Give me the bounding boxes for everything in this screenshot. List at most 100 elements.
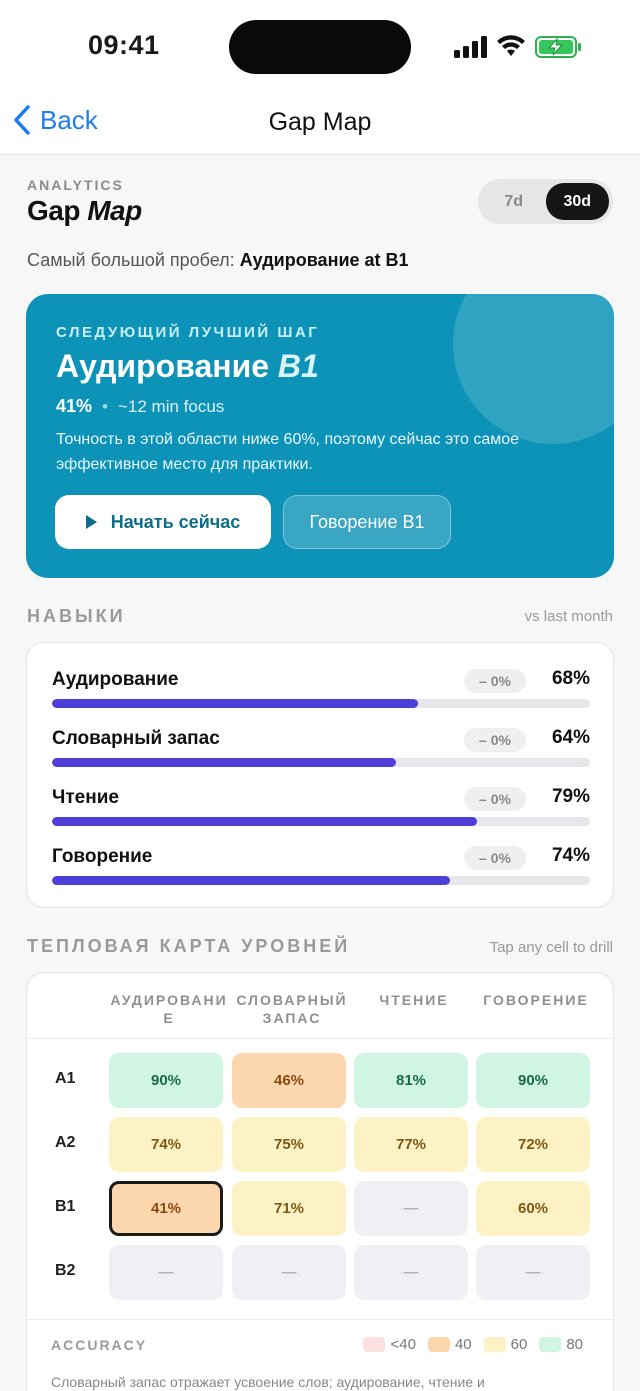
skill-row[interactable]: Аудирование – 0% 68% bbox=[52, 668, 590, 719]
skill-progress-fill bbox=[52, 876, 451, 885]
skill-value: 74% bbox=[551, 845, 590, 866]
alternate-skill-label: Говорение B1 bbox=[309, 511, 425, 532]
skill-row[interactable]: Говорение – 0% 74% bbox=[52, 845, 590, 896]
play-icon bbox=[85, 515, 97, 529]
skill-progress-fill bbox=[52, 699, 418, 708]
battery-charging-icon bbox=[535, 36, 581, 58]
wifi-icon bbox=[497, 35, 525, 56]
next-step-eyebrow: СЛЕДУЮЩИЙ ЛУЧШИЙ ШАГ bbox=[56, 324, 320, 341]
skill-progress-fill bbox=[52, 758, 397, 767]
heatmap-cell[interactable]: 71% bbox=[232, 1181, 346, 1236]
skill-row[interactable]: Словарный запас – 0% 64% bbox=[52, 727, 590, 778]
legend-label: 80 bbox=[566, 1336, 583, 1353]
heatmap-legend-area: ACCURACY <40 40 60 80 Словарный запас от… bbox=[27, 1319, 613, 1391]
range-segmented-control: 7d 30d bbox=[478, 179, 613, 224]
heatmap-cell[interactable]: 75% bbox=[232, 1117, 346, 1172]
range-option-30d[interactable]: 30d bbox=[545, 183, 609, 220]
legend-title: ACCURACY bbox=[51, 1337, 148, 1353]
heatmap-header-row: АУДИРОВАНИ Е СЛОВАРНЫЙ ЗАПАС ЧТЕНИЕ ГОВО… bbox=[27, 973, 613, 1039]
skill-delta-badge: – 0% bbox=[464, 846, 526, 870]
heatmap-column-header: ЧТЕНИЕ bbox=[379, 992, 449, 1008]
biggest-gap-prefix: Самый большой пробел: bbox=[27, 250, 240, 270]
heatmap-heading: ТЕПЛОВАЯ КАРТА УРОВНЕЙ bbox=[27, 936, 351, 956]
page-eyebrow: ANALYTICS bbox=[27, 177, 124, 193]
range-option-7d[interactable]: 7d bbox=[482, 183, 546, 220]
heatmap-cell[interactable]: 41% bbox=[109, 1181, 223, 1236]
skill-delta-badge: – 0% bbox=[464, 728, 526, 752]
skill-progress-track bbox=[52, 699, 590, 708]
heatmap-column-header: СЛОВАРНЫЙ ЗАПАС bbox=[236, 992, 348, 1026]
separator-dot: • bbox=[102, 396, 108, 416]
dynamic-island bbox=[229, 20, 411, 74]
start-now-button[interactable]: Начать сейчас bbox=[55, 495, 271, 549]
next-step-level: B1 bbox=[277, 348, 319, 384]
legend-swatch bbox=[539, 1337, 562, 1352]
heatmap-cell[interactable]: 90% bbox=[109, 1053, 223, 1108]
skill-value: 64% bbox=[551, 727, 590, 748]
heatmap-cell[interactable]: 72% bbox=[476, 1117, 590, 1172]
skill-delta-badge: – 0% bbox=[464, 787, 526, 811]
heatmap-cell[interactable]: — bbox=[354, 1181, 468, 1236]
heatmap-cell[interactable]: — bbox=[232, 1245, 346, 1300]
legend-label: <40 bbox=[390, 1336, 416, 1353]
skill-progress-track bbox=[52, 817, 590, 826]
page-title: Gap Map bbox=[27, 195, 142, 227]
accuracy-legend: <40 40 60 80 bbox=[351, 1336, 583, 1353]
heatmap-row-label: B1 bbox=[55, 1198, 76, 1215]
skill-progress-track bbox=[52, 758, 590, 767]
skill-value: 68% bbox=[551, 668, 590, 689]
nav-title: Gap Map bbox=[268, 108, 372, 136]
legend-swatch bbox=[427, 1337, 450, 1352]
next-step-card: СЛЕДУЮЩИЙ ЛУЧШИЙ ШАГ Аудирование B1 41% … bbox=[26, 294, 614, 578]
next-step-meta: 41% • ~12 min focus bbox=[56, 396, 224, 417]
heatmap-footnote: Словарный запас отражает усвоение слов; … bbox=[51, 1374, 485, 1390]
heatmap-row-label: A2 bbox=[55, 1134, 76, 1151]
heatmap-column-header: АУДИРОВАНИ Е bbox=[110, 992, 228, 1026]
skill-row[interactable]: Чтение – 0% 79% bbox=[52, 786, 590, 837]
page-title-plain: Gap bbox=[27, 195, 88, 226]
heatmap-row-label: A1 bbox=[55, 1070, 76, 1087]
heatmap-cell[interactable]: 81% bbox=[354, 1053, 468, 1108]
heatmap-column-header: ГОВОРЕНИЕ bbox=[483, 992, 589, 1008]
biggest-gap-text: Самый большой пробел: Аудирование at B1 bbox=[27, 250, 409, 271]
heatmap-cell[interactable]: — bbox=[354, 1245, 468, 1300]
next-step-focus: ~12 min focus bbox=[117, 396, 225, 416]
heatmap-cell[interactable]: 90% bbox=[476, 1053, 590, 1108]
skill-name: Чтение bbox=[52, 787, 119, 808]
navigation-bar: Back Gap Map bbox=[0, 90, 640, 155]
heatmap-hint: Tap any cell to drill bbox=[489, 939, 613, 956]
alternate-skill-button[interactable]: Говорение B1 bbox=[283, 495, 451, 549]
skill-name: Словарный запас bbox=[52, 728, 220, 749]
heatmap-card: АУДИРОВАНИ Е СЛОВАРНЫЙ ЗАПАС ЧТЕНИЕ ГОВО… bbox=[26, 972, 614, 1391]
status-bar: 09:41 bbox=[0, 0, 640, 90]
next-step-description: Точность в этой области ниже 60%, поэтом… bbox=[56, 431, 520, 473]
skill-progress-fill bbox=[52, 817, 478, 826]
heatmap-cell[interactable]: 77% bbox=[354, 1117, 468, 1172]
next-step-title: Аудирование B1 bbox=[56, 348, 319, 385]
skill-progress-track bbox=[52, 876, 590, 885]
next-step-percent: 41% bbox=[56, 396, 93, 416]
cellular-signal-icon bbox=[454, 36, 487, 58]
heatmap-cell[interactable]: — bbox=[109, 1245, 223, 1300]
skills-heading: НАВЫКИ bbox=[27, 606, 126, 626]
legend-label: 40 bbox=[454, 1336, 472, 1353]
start-now-label: Начать сейчас bbox=[110, 511, 241, 532]
page-title-emphasis: Map bbox=[87, 195, 142, 226]
heatmap-cell[interactable]: 46% bbox=[232, 1053, 346, 1108]
status-time: 09:41 bbox=[88, 30, 160, 60]
heatmap-cell[interactable]: 60% bbox=[476, 1181, 590, 1236]
skills-comparison-label: vs last month bbox=[524, 608, 613, 625]
skill-name: Говорение bbox=[52, 846, 153, 867]
legend-label: 60 bbox=[510, 1336, 528, 1353]
heatmap-cell[interactable]: 74% bbox=[109, 1117, 223, 1172]
legend-swatch bbox=[363, 1337, 386, 1352]
biggest-gap-value: Аудирование at B1 bbox=[239, 250, 409, 270]
legend-swatch bbox=[483, 1337, 506, 1352]
skill-delta-badge: – 0% bbox=[464, 669, 526, 693]
skills-card: Аудирование – 0% 68% Словарный запас – 0… bbox=[26, 642, 614, 908]
heatmap-row-label: B2 bbox=[55, 1262, 76, 1279]
skill-value: 79% bbox=[551, 786, 590, 807]
heatmap-cell[interactable]: — bbox=[476, 1245, 590, 1300]
next-step-title-plain: Аудирование bbox=[56, 348, 278, 384]
decorative-circle bbox=[453, 294, 614, 444]
